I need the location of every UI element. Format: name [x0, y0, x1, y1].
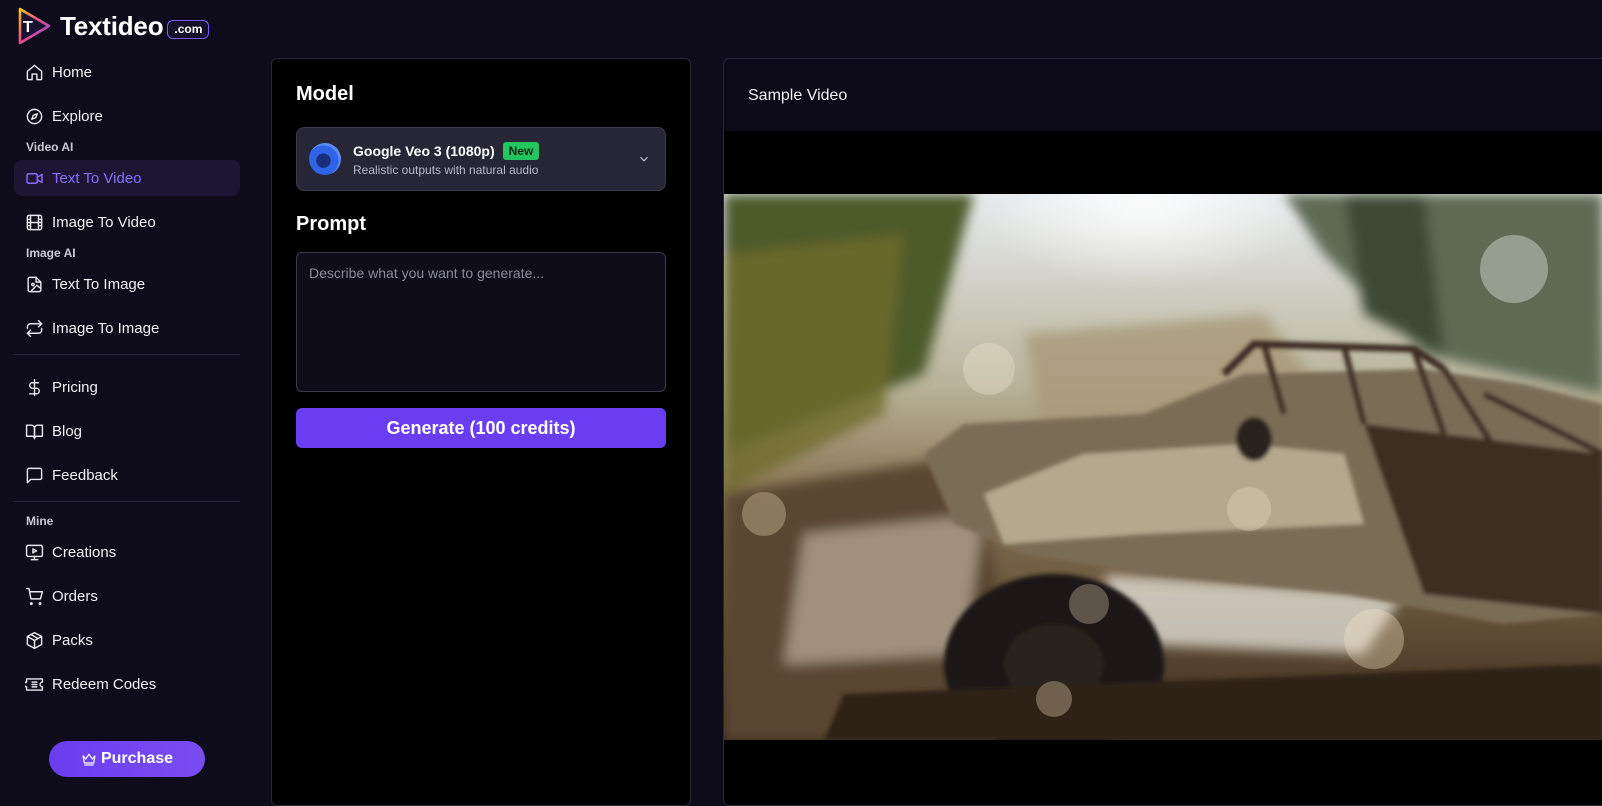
section-label-mine: Mine: [26, 514, 54, 528]
purchase-label: Purchase: [100, 750, 174, 767]
model-heading: Model: [296, 83, 354, 105]
generation-form-panel: Model Google Veo 3 (1080p) New Realistic…: [271, 58, 691, 806]
sidebar-item-label: Pricing: [52, 378, 98, 396]
section-label-video-ai: Video AI: [26, 140, 74, 154]
sidebar-item-packs[interactable]: Packs: [14, 622, 240, 658]
sidebar-item-label: Text To Video: [52, 169, 142, 187]
video-player[interactable]: [724, 131, 1602, 805]
sidebar-item-label: Blog: [52, 422, 83, 440]
sidebar-item-orders[interactable]: Orders: [14, 578, 240, 614]
image-file-icon: [24, 274, 44, 294]
sidebar-item-label: Creations: [52, 543, 117, 561]
brand-tld: .com: [167, 19, 210, 39]
sidebar-item-explore[interactable]: Explore: [14, 98, 240, 134]
dollar-icon: [24, 377, 44, 397]
sidebar-item-label: Home: [52, 63, 93, 81]
home-icon: [24, 62, 44, 82]
sidebar-divider: [14, 354, 240, 355]
sidebar-item-blog[interactable]: Blog: [14, 413, 240, 449]
model-select-dropdown[interactable]: Google Veo 3 (1080p) New Realistic outpu…: [296, 127, 666, 191]
crown-icon: [82, 753, 96, 766]
sidebar-item-home[interactable]: Home: [14, 54, 240, 90]
model-name: Google Veo 3 (1080p): [353, 142, 495, 159]
message-square-icon: [24, 465, 44, 485]
sidebar: Home Explore Video AI Text To Video Imag…: [14, 54, 240, 710]
svg-text:T: T: [23, 19, 33, 36]
sidebar-item-label: Image To Image: [52, 319, 160, 337]
book-icon: [24, 421, 44, 441]
sidebar-divider: [14, 501, 240, 502]
brand-logo[interactable]: T Textideo .com: [16, 6, 210, 46]
sidebar-item-redeem-codes[interactable]: Redeem Codes: [14, 666, 240, 702]
sidebar-item-label: Image To Video: [52, 213, 156, 231]
section-label-image-ai: Image AI: [26, 246, 76, 260]
sidebar-item-text-to-video[interactable]: Text To Video: [14, 160, 240, 196]
ticket-icon: [24, 674, 44, 694]
model-description: Realistic outputs with natural audio: [353, 162, 539, 177]
generate-button[interactable]: Generate (100 credits): [296, 408, 666, 448]
package-icon: [24, 630, 44, 650]
new-badge: New: [502, 141, 540, 160]
sidebar-item-label: Text To Image: [52, 275, 146, 293]
purchase-button[interactable]: Purchase: [49, 741, 205, 777]
cart-icon: [24, 586, 44, 606]
monitor-play-icon: [24, 542, 44, 562]
sidebar-item-label: Feedback: [52, 466, 118, 484]
chevron-down-icon: [637, 152, 651, 166]
video-frame-image: [724, 194, 1602, 740]
sidebar-item-label: Redeem Codes: [52, 675, 157, 693]
video-camera-icon: [24, 168, 44, 188]
sidebar-item-creations[interactable]: Creations: [14, 534, 240, 570]
repeat-icon: [24, 318, 44, 338]
sidebar-item-text-to-image[interactable]: Text To Image: [14, 266, 240, 302]
prompt-input[interactable]: [296, 252, 666, 392]
model-logo-icon: [309, 143, 341, 175]
sidebar-item-pricing[interactable]: Pricing: [14, 369, 240, 405]
sidebar-item-label: Orders: [52, 587, 98, 605]
prompt-heading: Prompt: [296, 213, 366, 235]
sidebar-item-image-to-video[interactable]: Image To Video: [14, 204, 240, 240]
sidebar-item-label: Explore: [52, 107, 103, 125]
sidebar-item-label: Packs: [52, 631, 93, 649]
sample-video-title: Sample Video: [748, 87, 848, 104]
film-icon: [24, 212, 44, 232]
sidebar-item-feedback[interactable]: Feedback: [14, 457, 240, 493]
logo-mark-icon: T: [18, 7, 51, 45]
brand-name: Textideo: [60, 10, 164, 41]
sample-video-panel: Sample Video: [723, 58, 1602, 806]
sidebar-item-image-to-image[interactable]: Image To Image: [14, 310, 240, 346]
compass-icon: [24, 106, 44, 126]
